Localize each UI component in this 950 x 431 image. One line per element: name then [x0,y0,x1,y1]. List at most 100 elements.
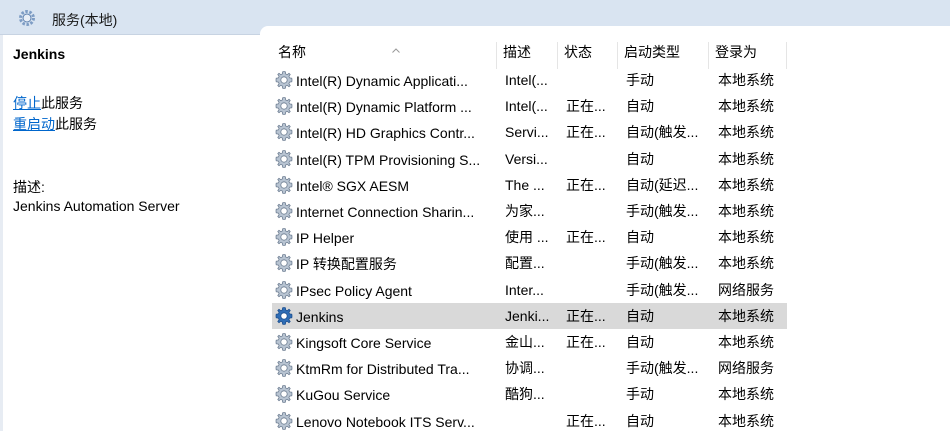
service-description: Inter... [505,281,544,298]
gear-icon [275,228,293,247]
service-row[interactable]: Intel(R) TPM Provisioning S... Versi... 自动… [272,146,787,172]
service-name: Intel(R) Dynamic Applicati... [296,73,468,89]
service-row[interactable]: Intel® SGX AESM The ... 正在... 自动(延迟... 本地系统 [272,172,787,198]
gear-icon [275,71,293,89]
service-logon-as: 本地系统 [718,307,774,324]
service-startup-type: 手动(触发... [626,281,699,298]
gear-blue-icon [275,306,293,325]
service-status: 正在... [566,334,606,350]
service-status: 正在... [566,229,606,246]
service-description: 金山... [505,334,545,350]
service-startup-type: 自动 [626,307,654,324]
gear-icon [275,254,293,273]
service-logon-as: 本地系统 [718,150,774,167]
column-header-name-label: 名称 [278,44,306,60]
restart-service-link[interactable]: 重启动 [13,116,55,132]
service-row[interactable]: KtmRm for Distributed Tra... 协调... 手动(触发..… [272,355,787,381]
service-startup-type: 手动(触发... [626,255,699,272]
service-name: IP Helper [296,230,355,247]
service-name: Lenovo Notebook ITS Serv... [296,413,475,430]
services-list: 名称 描述 状态 启动类型 登录为 Intel(R) Dynamic Appli… [260,26,950,431]
description-text: Jenkins Automation Server [13,198,180,214]
service-status: 正在... [566,124,606,141]
gear-icon [275,202,293,220]
service-logon-as: 本地系统 [718,229,774,246]
service-name-cell: IP Helper [274,227,496,248]
column-header-logon-as-label: 登录为 [715,44,757,60]
stop-action-suffix: 此服务 [41,95,83,111]
gear-icon [275,123,293,142]
service-status: 正在... [566,412,606,429]
service-name: Jenkins [296,308,344,325]
service-name: KuGou Service [296,387,391,404]
gear-icon [275,359,293,378]
service-row[interactable]: Intel(R) Dynamic Applicati... Intel(... 手动… [272,67,787,93]
pane-title: 服务(本地) [52,12,118,28]
gear-icon [275,97,293,116]
service-name-cell: KtmRm for Distributed Tra... [274,358,496,379]
service-description: 酷狗... [505,386,545,403]
service-startup-type: 自动(触发... [626,124,699,141]
service-startup-type: 自动 [626,412,654,429]
service-startup-type: 手动 [626,72,654,88]
service-name-cell: IPsec Policy Agent [274,280,496,301]
services-icon [19,10,35,26]
service-row[interactable]: Intel(R) HD Graphics Contr... Servi... 正在.… [272,119,787,145]
gear-icon [275,385,293,404]
service-logon-as: 网络服务 [718,360,774,377]
service-logon-as: 本地系统 [718,124,774,141]
service-row[interactable]: Jenkins Jenki... 正在... 自动 本地系统 [272,302,787,329]
service-logon-as: 本地系统 [718,72,774,88]
service-name-cell: Intel(R) TPM Provisioning S... [274,149,496,170]
service-row[interactable]: IP Helper 使用 ... 正在... 自动 本地系统 [272,224,787,250]
gear-icon [275,149,293,168]
service-logon-as: 本地系统 [718,98,774,115]
service-name: Intel(R) Dynamic Platform ... [296,99,472,116]
service-row[interactable]: KuGou Service 酷狗... 手动 本地系统 [272,381,787,407]
column-header-description[interactable]: 描述 [497,42,558,69]
service-row[interactable]: IPsec Policy Agent Inter... 手动(触发... 网络服务 [272,277,787,303]
column-header-logon-as[interactable]: 登录为 [709,42,787,69]
service-description: 为家... [505,203,545,219]
gear-icon [275,175,293,194]
service-name: Kingsoft Core Service [296,335,432,351]
gear-icon [275,333,293,351]
service-name-cell: Jenkins [274,305,496,327]
service-logon-as: 本地系统 [718,412,774,429]
service-name-cell: Intel® SGX AESM [274,175,496,196]
column-header-name[interactable]: 名称 [272,42,497,69]
service-description: 使用 ... [505,229,549,246]
gear-icon [275,411,293,430]
service-name: Intel(R) HD Graphics Contr... [296,125,475,142]
column-header-startup-type[interactable]: 启动类型 [618,42,709,69]
service-logon-as: 本地系统 [718,334,774,350]
service-row[interactable]: IP 转换配置服务 配置... 手动(触发... 本地系统 [272,250,787,276]
service-status: 正在... [566,98,606,115]
stop-service-link[interactable]: 停止 [13,95,41,111]
service-description: Intel(... [505,98,548,115]
service-startup-type: 自动 [626,98,654,115]
service-logon-as: 网络服务 [718,281,774,298]
column-header-startup-type-label: 启动类型 [624,44,680,60]
service-startup-type: 手动(触发... [626,203,699,219]
service-name-cell: Intel(R) Dynamic Platform ... [274,96,496,117]
column-header-status[interactable]: 状态 [558,42,618,69]
sort-ascending-icon [392,48,400,53]
restart-action: 重启动此服务 [13,114,97,134]
service-description: Servi... [505,124,549,141]
service-logon-as: 本地系统 [718,176,774,193]
service-name: IPsec Policy Agent [296,282,412,299]
service-row[interactable]: Kingsoft Core Service 金山... 正在... 自动 本地系统 [272,329,787,355]
service-name-cell: KuGou Service [274,384,496,405]
service-name: KtmRm for Distributed Tra... [296,361,470,378]
service-status: 正在... [566,176,606,193]
column-header-description-label: 描述 [503,44,531,60]
service-row[interactable]: Internet Connection Sharin... 为家... 手动(触发.… [272,198,787,224]
service-row[interactable]: Intel(R) Dynamic Platform ... Intel(... 正在… [272,93,787,119]
service-row[interactable]: Lenovo Notebook ITS Serv... 正在... 自动 本地系统 [272,408,787,431]
service-logon-as: 本地系统 [718,203,774,219]
service-status: 正在... [566,307,606,324]
service-startup-type: 自动 [626,334,654,350]
service-name-cell: Lenovo Notebook ITS Serv... [274,411,496,431]
extended-info-panel: Jenkins 停止此服务 重启动此服务 描述: Jenkins Automat… [3,35,258,431]
